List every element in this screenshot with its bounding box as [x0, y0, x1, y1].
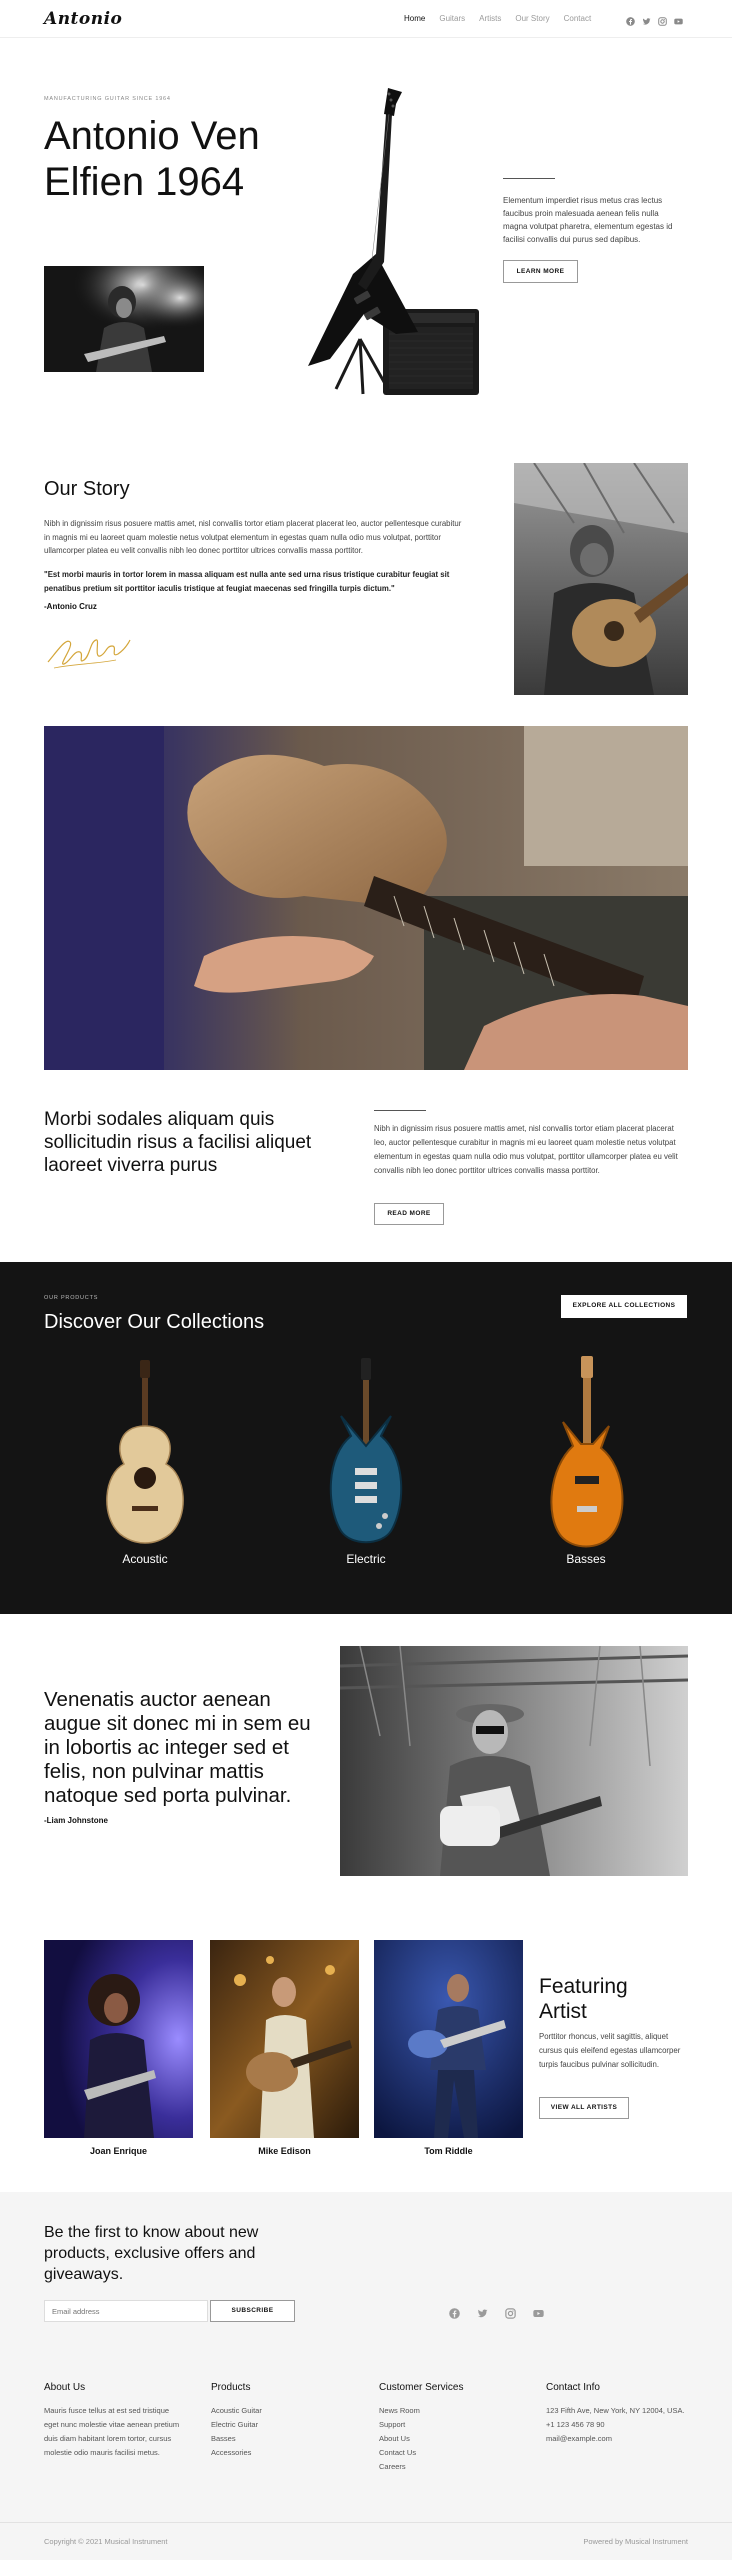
footer-about-title: About Us: [44, 2382, 86, 2393]
footer-contact-email[interactable]: mail@example.com: [546, 2432, 686, 2446]
copyright-text: Copyright © 2021 Musical Instrument: [44, 2537, 168, 2546]
feature-divider: [374, 1110, 426, 1111]
hero-description: Elementum imperdiet risus metus cras lec…: [503, 196, 673, 244]
newsletter-footer-section: Be the first to know about new products,…: [0, 2192, 732, 2522]
collection-electric-image[interactable]: [281, 1356, 451, 1556]
footer-link-contact-us[interactable]: Contact Us: [379, 2446, 529, 2460]
email-input[interactable]: [44, 2300, 208, 2322]
youtube-icon[interactable]: [533, 2306, 544, 2318]
footer-contact-phone[interactable]: +1 123 456 78 90: [546, 2418, 686, 2432]
featuring-artist-title: Featuring Artist: [539, 1975, 628, 2023]
read-more-button[interactable]: READ MORE: [374, 1203, 444, 1225]
footer-contact-address: 123 Fifth Ave, New York, NY 12004, USA.: [546, 2406, 685, 2415]
feature-title: Morbi sodales aliquam quis sollicitudin …: [44, 1109, 312, 1176]
artist-name-joan-enrique[interactable]: Joan Enrique: [44, 2146, 193, 2156]
story-title: Our Story: [44, 478, 130, 500]
nav-link-artists[interactable]: Artists: [479, 14, 501, 23]
collections-eyebrow: OUR PRODUCTS: [44, 1295, 99, 1301]
collection-electric-label[interactable]: Electric: [281, 1552, 451, 1566]
hero-guitar-illustration: [268, 84, 488, 404]
facebook-icon[interactable]: [626, 13, 635, 26]
twitter-icon[interactable]: [477, 2306, 488, 2318]
footer-about-column: About Us Mauris fusce tellus at est sed …: [44, 2382, 184, 2460]
artist-photo-joan-enrique[interactable]: [44, 1940, 193, 2138]
explore-collections-button[interactable]: EXPLORE ALL COLLECTIONS: [561, 1295, 687, 1318]
footer-link-electric-guitar[interactable]: Electric Guitar: [211, 2418, 361, 2432]
footer-link-basses[interactable]: Basses: [211, 2432, 361, 2446]
powered-by-text: Powered by Musical Instrument: [583, 2537, 688, 2546]
story-quote: "Est morbi mauris in tortor lorem in mas…: [44, 570, 450, 593]
footer-services-column: Customer Services News Room Support Abou…: [379, 2382, 529, 2474]
nav-link-home[interactable]: Home: [404, 14, 425, 23]
footer-social-links: [449, 2306, 544, 2319]
site-header: Antonio Home Guitars Artists Our Story C…: [0, 0, 732, 38]
testimonial-author: -Liam Johnstone: [44, 1816, 109, 1825]
collections-title: Discover Our Collections: [44, 1311, 265, 1333]
hero-concert-photo: [44, 266, 204, 372]
footer-link-about-us[interactable]: About Us: [379, 2432, 529, 2446]
site-logo[interactable]: Antonio: [44, 9, 122, 29]
nav-link-our-story[interactable]: Our Story: [515, 14, 549, 23]
nav-link-guitars[interactable]: Guitars: [439, 14, 465, 23]
footer-contact-column: Contact Info 123 Fifth Ave, New York, NY…: [546, 2382, 686, 2446]
artist-photo-mike-edison[interactable]: [210, 1940, 359, 2138]
artist-name-tom-riddle[interactable]: Tom Riddle: [374, 2146, 523, 2156]
featuring-artist-text: Porttitor rhoncus, velit sagittis, aliqu…: [539, 2032, 681, 2069]
testimonial-quote: Venenatis auctor aenean augue sit donec …: [44, 1688, 311, 1807]
hero-title: Antonio Ven Elfien 1964: [44, 114, 260, 204]
header-social-links: [626, 13, 683, 26]
facebook-icon[interactable]: [449, 2306, 460, 2319]
instagram-icon[interactable]: [505, 2306, 516, 2319]
footer-products-title: Products: [211, 2382, 251, 2393]
artist-photo-tom-riddle[interactable]: [374, 1940, 523, 2138]
subscribe-button[interactable]: SUBSCRIBE: [210, 2300, 295, 2322]
footer-link-accessories[interactable]: Accessories: [211, 2446, 361, 2460]
main-nav: Home Guitars Artists Our Story Contact: [404, 14, 605, 23]
nav-link-contact[interactable]: Contact: [564, 14, 592, 23]
learn-more-button[interactable]: LEARN MORE: [503, 260, 578, 283]
newsletter-title: Be the first to know about new products,…: [44, 2224, 259, 2283]
footer-link-acoustic-guitar[interactable]: Acoustic Guitar: [211, 2404, 361, 2418]
footer-products-column: Products Acoustic Guitar Electric Guitar…: [211, 2382, 361, 2460]
youtube-icon[interactable]: [674, 13, 683, 25]
guitar-workshop-photo: [44, 726, 688, 1070]
collection-acoustic-image[interactable]: [60, 1356, 230, 1556]
footer-bottom-bar: Copyright © 2021 Musical Instrument Powe…: [0, 2522, 732, 2560]
footer-link-support[interactable]: Support: [379, 2418, 529, 2432]
artist-name-mike-edison[interactable]: Mike Edison: [210, 2146, 359, 2156]
footer-link-news-room[interactable]: News Room: [379, 2404, 529, 2418]
twitter-icon[interactable]: [642, 13, 651, 25]
feature-text: Nibh in dignissim risus posuere mattis a…: [374, 1124, 678, 1175]
footer-services-title: Customer Services: [379, 2382, 464, 2393]
footer-contact-title: Contact Info: [546, 2382, 600, 2393]
collection-basses-image[interactable]: [501, 1356, 671, 1556]
hero-eyebrow: MANUFACTURING GUITAR SINCE 1964: [44, 96, 171, 102]
footer-link-careers[interactable]: Careers: [379, 2460, 529, 2474]
story-photo-guitarist: [514, 463, 688, 695]
hero-divider: [503, 178, 555, 179]
collection-basses-label[interactable]: Basses: [501, 1552, 671, 1566]
signature-image: [44, 628, 134, 674]
instagram-icon[interactable]: [658, 13, 667, 26]
story-paragraph: Nibh in dignissim risus posuere mattis a…: [44, 519, 462, 555]
testimonial-concert-photo: [340, 1646, 688, 1876]
collections-section: OUR PRODUCTS Discover Our Collections EX…: [0, 1262, 732, 1614]
story-author: -Antonio Cruz: [44, 602, 97, 611]
collection-acoustic-label[interactable]: Acoustic: [60, 1552, 230, 1566]
footer-about-text: Mauris fusce tellus at est sed tristique…: [44, 2406, 180, 2457]
view-all-artists-button[interactable]: VIEW ALL ARTISTS: [539, 2097, 629, 2119]
